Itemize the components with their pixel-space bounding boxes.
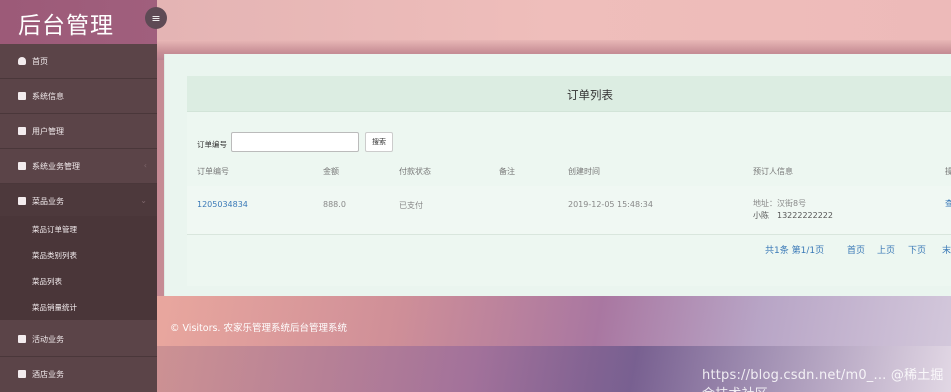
customer-address: 地址：汉街8号: [753, 199, 807, 208]
pager-first[interactable]: 首页: [847, 243, 865, 256]
book-icon: [18, 92, 26, 100]
order-number-input[interactable]: [231, 132, 359, 152]
sidebar-item-home[interactable]: 首页: [0, 44, 157, 78]
sidebar-item-hotel[interactable]: 酒店业务: [0, 357, 157, 391]
sidebar-item-label: 活动业务: [32, 334, 64, 344]
sidebar: 后台管理 ≡ 首页 系统信息 用户管理 系统业务管理 ‹ 菜品业务 ⌄ 菜品订单…: [0, 0, 167, 392]
sidebar-item-label: 系统信息: [32, 91, 64, 101]
book-icon: [18, 197, 26, 205]
sidebar-item-label: 酒店业务: [32, 369, 64, 379]
sidebar-item-label: 菜品业务: [32, 196, 64, 206]
footer-text: © Visitors. 农家乐管理系统后台管理系统: [170, 323, 347, 334]
customer-contact: 小陈 13222222222: [753, 211, 833, 220]
dashboard-icon: [18, 57, 26, 65]
order-amount: 888.0: [323, 200, 346, 209]
sidebar-subitem-dish-orders[interactable]: 菜品订单管理: [0, 216, 157, 242]
sidebar-item-system-info[interactable]: 系统信息: [0, 79, 157, 113]
chevron-down-icon: ⌄: [140, 196, 147, 205]
payment-status: 已支付: [399, 201, 423, 210]
row-action-link[interactable]: 查: [945, 198, 951, 209]
column-header: 创建时间: [568, 167, 600, 176]
content-card: 订单列表 订单编号 搜索 订单编号 金额 付款状态 备注 创建时间 预订人信息 …: [164, 54, 951, 296]
created-time: 2019-12-05 15:48:34: [568, 200, 653, 209]
sidebar-item-dishes[interactable]: 菜品业务 ⌄: [0, 184, 157, 218]
column-header: 付款状态: [399, 167, 431, 176]
search-button[interactable]: 搜索: [365, 132, 393, 152]
column-header: 订单编号: [197, 167, 229, 176]
menu-toggle-icon[interactable]: ≡: [145, 7, 167, 29]
sidebar-subitem-label: 菜品订单管理: [32, 224, 77, 234]
sidebar-item-system-business[interactable]: 系统业务管理 ‹: [0, 149, 157, 183]
sidebar-item-label: 用户管理: [32, 126, 64, 136]
pager-last[interactable]: 末: [942, 243, 951, 256]
brand-bar: 后台管理 ≡: [0, 0, 167, 44]
column-header: 操: [945, 167, 951, 176]
column-header: 备注: [499, 167, 515, 176]
sidebar-item-label: 首页: [32, 56, 48, 66]
panel-title: 订单列表: [567, 88, 613, 102]
order-panel: 订单列表 订单编号 搜索 订单编号 金额 付款状态 备注 创建时间 预订人信息 …: [187, 76, 951, 286]
sidebar-subitem-label: 菜品类别列表: [32, 250, 77, 260]
order-number-link[interactable]: 1205034834: [197, 200, 248, 209]
pager-next[interactable]: 下页: [908, 243, 926, 256]
column-header: 金额: [323, 167, 339, 176]
sidebar-subitem-label: 菜品销量统计: [32, 302, 77, 312]
book-icon: [18, 162, 26, 170]
chevron-left-icon: ‹: [143, 161, 147, 170]
pager-summary: 共1条 第1/1页: [765, 246, 825, 256]
book-icon: [18, 127, 26, 135]
app-title: 后台管理: [18, 13, 114, 39]
sidebar-subitem-dish-sales[interactable]: 菜品销量统计: [0, 294, 157, 320]
sidebar-item-users[interactable]: 用户管理: [0, 114, 157, 148]
book-icon: [18, 370, 26, 378]
sidebar-subitem-label: 菜品列表: [32, 276, 62, 286]
sidebar-subitem-dish-list[interactable]: 菜品列表: [0, 268, 157, 294]
watermark: https://blog.csdn.net/m0_... @稀土掘金技术社区: [702, 368, 944, 392]
sidebar-subitem-dish-categories[interactable]: 菜品类别列表: [0, 242, 157, 268]
pager-prev[interactable]: 上页: [877, 243, 895, 256]
sidebar-item-label: 系统业务管理: [32, 161, 80, 171]
table-row: [187, 186, 951, 234]
column-header: 预订人信息: [753, 167, 793, 176]
book-icon: [18, 335, 26, 343]
header-background: [157, 0, 951, 45]
search-label: 订单编号: [197, 140, 227, 149]
sidebar-item-activities[interactable]: 活动业务: [0, 322, 157, 356]
panel-header: 订单列表: [187, 76, 951, 112]
